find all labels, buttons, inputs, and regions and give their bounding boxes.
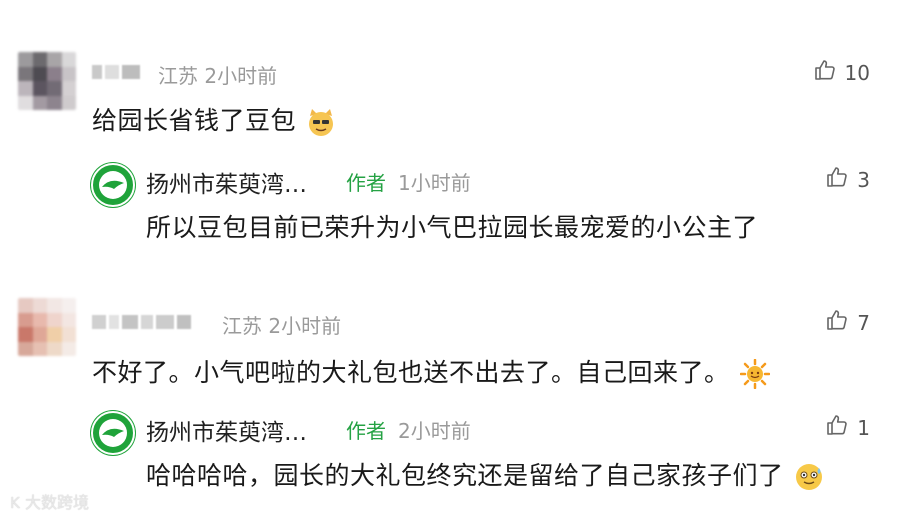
like-count: 10 — [844, 60, 870, 85]
watermark-logo-icon: K — [10, 494, 20, 512]
reply-author-name[interactable]: 扬州市茱萸湾… — [146, 413, 307, 447]
like-button[interactable]: 10 — [813, 58, 870, 87]
reply-author-name[interactable]: 扬州市茱萸湾… — [146, 165, 307, 199]
reply-timestamp: 1小时前 — [398, 171, 471, 195]
reply-like-button[interactable]: 3 — [825, 165, 870, 194]
location: 江苏 — [158, 64, 198, 88]
location: 江苏 — [222, 314, 262, 338]
comment-meta: 江苏 2小时前 — [158, 60, 277, 89]
like-count: 3 — [857, 167, 870, 192]
timestamp: 2小时前 — [268, 314, 342, 338]
sweat-smile-emoji — [794, 462, 824, 492]
watermark: K 大数跨境 — [10, 493, 89, 512]
author-logo[interactable] — [90, 162, 136, 208]
comment-text: 给园长省钱了豆包 — [92, 101, 336, 137]
thumbs-up-icon — [825, 308, 849, 337]
author-logo[interactable] — [90, 410, 136, 456]
thumbs-up-icon — [825, 165, 849, 194]
author-badge: 作者 — [346, 419, 386, 443]
like-count: 7 — [857, 310, 870, 335]
thumbs-up-icon — [813, 58, 837, 87]
reply-text: 所以豆包目前已荣升为小气巴拉园长最宠爱的小公主了 — [146, 213, 759, 242]
like-count: 1 — [857, 415, 870, 440]
username-hidden[interactable] — [92, 62, 140, 82]
like-button[interactable]: 7 — [825, 308, 870, 337]
username-hidden[interactable] — [92, 312, 191, 332]
comment-meta: 江苏 2小时前 — [222, 310, 341, 339]
reply-timestamp: 2小时前 — [398, 419, 471, 443]
thumbs-up-icon — [825, 413, 849, 442]
reply-text: 哈哈哈哈，园长的大礼包终究还是留给了自己家孩子们了 — [146, 456, 824, 492]
reply-like-button[interactable]: 1 — [825, 413, 870, 442]
avatar[interactable] — [18, 298, 76, 356]
timestamp: 2小时前 — [204, 64, 278, 88]
avatar[interactable] — [18, 52, 76, 110]
cat-emoji — [306, 107, 336, 137]
comment-text: 不好了。小气吧啦的大礼包也送不出去了。自己回来了。 — [92, 353, 771, 390]
sun-emoji — [739, 358, 771, 390]
author-badge: 作者 — [346, 171, 386, 195]
